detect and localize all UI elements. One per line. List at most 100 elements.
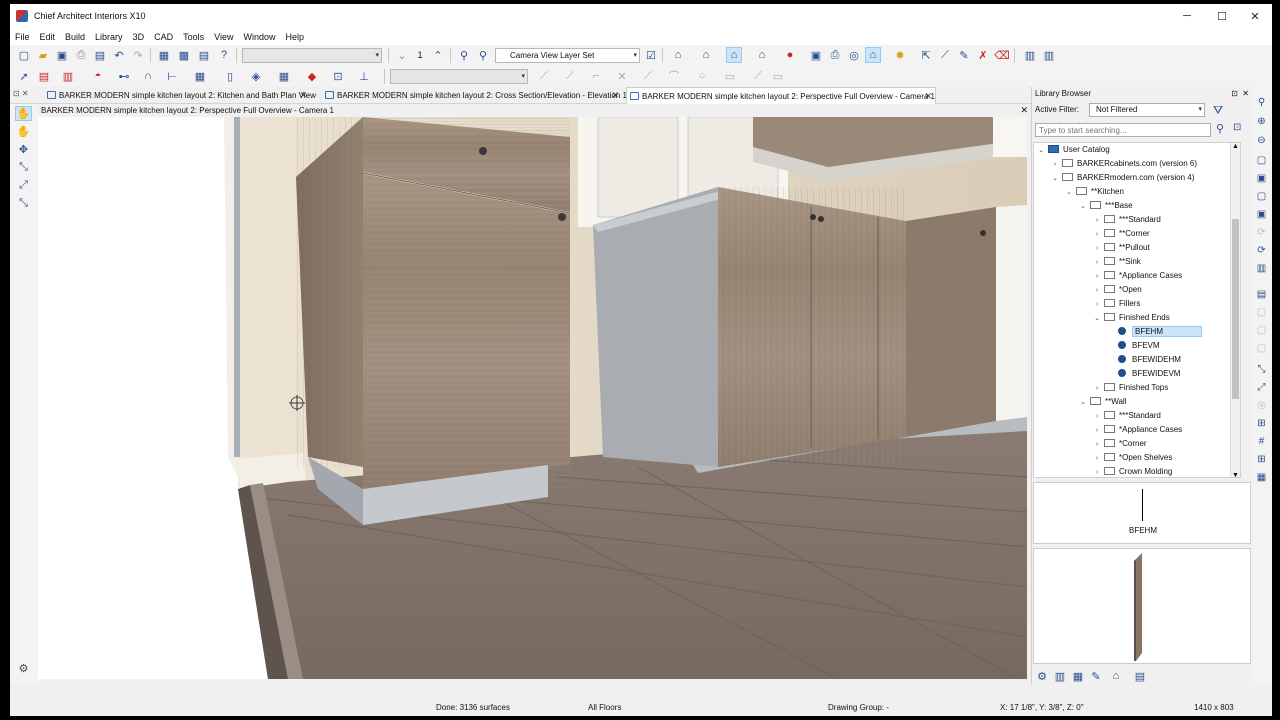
tab-elevation[interactable]: BARKER MODERN simple kitchen layout 2: C… [322, 87, 627, 104]
grid-tool-icon[interactable]: ▦ [276, 68, 292, 84]
room-tool-icon[interactable]: ▥ [60, 68, 76, 84]
menu-window[interactable]: Window [238, 32, 280, 42]
tree-node[interactable]: › Finished Tops [1092, 381, 1168, 395]
view-mode-icon[interactable]: ⌂ [865, 47, 881, 63]
tab-scroll-icon[interactable]: ⊡ ✕ [13, 89, 29, 98]
stairs-tool-icon[interactable]: ▦ [192, 68, 208, 84]
rebuild-icon[interactable]: ▥ [1254, 261, 1269, 276]
maximize-button[interactable]: ☐ [1205, 4, 1239, 28]
layer-set-select[interactable]: Camera View Layer Set ▾ [495, 48, 640, 63]
tree-node[interactable]: › **Pullout [1092, 241, 1150, 255]
chevron-right-icon[interactable]: › [1092, 424, 1102, 438]
tree-node[interactable]: › *Open [1092, 283, 1142, 297]
catalog-list-icon[interactable]: ▥ [1052, 668, 1068, 684]
chevron-right-icon[interactable]: › [1050, 158, 1060, 172]
library-grid-icon[interactable]: ▤ [1132, 668, 1148, 684]
tab-close-icon[interactable]: ✕ [611, 87, 619, 104]
cabinet-tool-icon[interactable]: ◓ [90, 68, 106, 84]
print-icon[interactable]: ⎙ [73, 47, 89, 63]
fixture-tool-icon[interactable]: ▯ [222, 68, 238, 84]
chevron-right-icon[interactable]: › [1092, 256, 1102, 270]
chevron-down-icon[interactable]: ⌄ [1078, 200, 1088, 214]
menu-library[interactable]: Library [90, 32, 128, 42]
object-snap-icon[interactable]: ⊞ [1254, 416, 1269, 431]
fit-icon[interactable]: ▣ [1254, 171, 1269, 186]
chevron-down-icon[interactable]: ⌄ [1078, 396, 1088, 410]
minimize-button[interactable]: ─ [1170, 4, 1204, 28]
menu-view[interactable]: View [209, 32, 238, 42]
gear-icon[interactable]: ⚙ [15, 661, 32, 676]
new-file-icon[interactable]: ▢ [16, 47, 32, 63]
close-window-button[interactable]: ✕ [1238, 4, 1272, 28]
tree-node[interactable]: ⌄ **Kitchen [1064, 185, 1124, 199]
chevron-down-icon[interactable]: ⌄ [394, 47, 410, 63]
move-camera-icon[interactable]: ✥ [15, 142, 32, 157]
chevron-right-icon[interactable]: › [1092, 466, 1102, 477]
cad-tool-icon[interactable]: ◈ [248, 68, 264, 84]
chevron-up-icon[interactable]: ⌃ [430, 47, 446, 63]
chevron-right-icon[interactable]: › [1092, 228, 1102, 242]
window-layout-icon[interactable]: ▥ [1041, 47, 1057, 63]
import-icon[interactable]: ▦ [1070, 668, 1086, 684]
lighting-icon[interactable]: ✹ [892, 47, 908, 63]
reference-icon[interactable]: ⊞ [1254, 452, 1269, 467]
tree-node[interactable]: › BARKERcabinets.com (version 6) [1050, 157, 1197, 171]
tab-plan-view[interactable]: BARKER MODERN simple kitchen layout 2: K… [44, 87, 316, 104]
tree-node[interactable]: › ***Standard [1092, 409, 1161, 423]
refresh-icon[interactable]: ⟳ [1254, 243, 1269, 258]
tree-node[interactable]: › *Appliance Cases [1092, 269, 1182, 283]
menu-help[interactable]: Help [280, 32, 309, 42]
select-objects-icon[interactable]: ▦ [156, 47, 172, 63]
print-preview-icon[interactable]: ▤ [92, 47, 108, 63]
angle-snap-icon[interactable]: ⤢ [1254, 380, 1269, 395]
close-library-button[interactable]: ✕ [1242, 87, 1249, 101]
tree-item[interactable]: BFEWIDEHM [1106, 353, 1181, 367]
chevron-right-icon[interactable]: › [1092, 242, 1102, 256]
scroll-up-icon[interactable]: ▲ [1232, 143, 1239, 150]
fill-window-icon[interactable]: ▢ [1254, 153, 1269, 168]
text-tool-icon[interactable]: ⊥ [356, 68, 372, 84]
perspective-icon[interactable]: ⌂ [754, 47, 770, 63]
tree-node[interactable]: › Fillers [1092, 297, 1140, 311]
camera-icon[interactable]: ⌂ [698, 47, 714, 63]
redo-icon[interactable]: ↷ [130, 47, 146, 63]
select-arrow-icon[interactable]: ➚ [16, 68, 32, 84]
tree-node[interactable]: ⌄ Finished Ends [1092, 311, 1170, 325]
layer-display-icon[interactable]: ⚲ [475, 47, 491, 63]
camera-settings-icon[interactable]: ◎ [846, 47, 862, 63]
edit-library-icon[interactable]: ✎ [1088, 668, 1104, 684]
place-icon[interactable]: ⌂ [1108, 668, 1124, 684]
save-icon[interactable]: ▣ [54, 47, 70, 63]
library-browser-icon[interactable]: ▩ [176, 47, 192, 63]
pan-hand-icon[interactable]: ✋ [15, 124, 32, 139]
3d-viewport[interactable] [38, 117, 1027, 679]
tile-windows-icon[interactable]: ▥ [1022, 47, 1038, 63]
dimension-tool-icon[interactable]: ⊷ [116, 68, 132, 84]
scale-value[interactable]: 1 [412, 47, 428, 63]
window-tool-icon[interactable]: ⊢ [164, 68, 180, 84]
tree-node[interactable]: › **Corner [1092, 227, 1150, 241]
filter-icon[interactable]: ⛛ [1213, 103, 1223, 118]
wall-tool-icon[interactable]: ▤ [36, 68, 52, 84]
chevron-right-icon[interactable]: › [1092, 438, 1102, 452]
chevron-right-icon[interactable]: › [1092, 284, 1102, 298]
tree-item[interactable]: BFEVM [1106, 339, 1160, 353]
tree-node[interactable]: › *Open Shelves [1092, 451, 1172, 465]
orbit-icon[interactable]: ✋ [15, 106, 32, 121]
tab-camera[interactable]: BARKER MODERN simple kitchen layout 2: P… [626, 87, 936, 104]
tree-node[interactable]: › *Appliance Cases [1092, 423, 1182, 437]
material-eyedropper-icon[interactable]: ⟋ [937, 47, 953, 63]
menu-3d[interactable]: 3D [128, 32, 150, 42]
chevron-right-icon[interactable]: › [1092, 214, 1102, 228]
undo-zoom-icon[interactable]: ▢ [1254, 189, 1269, 204]
tree-node[interactable]: › *Corner [1092, 437, 1147, 451]
chevron-right-icon[interactable]: › [1092, 382, 1102, 396]
snap-icon[interactable]: ⤡ [1254, 362, 1269, 377]
help-icon[interactable]: ? [216, 47, 232, 63]
properties-icon[interactable]: ▤ [196, 47, 212, 63]
tree-node[interactable]: › ***Standard [1092, 213, 1161, 227]
render-icon[interactable]: ▣ [808, 47, 824, 63]
menu-cad[interactable]: CAD [149, 32, 178, 42]
record-icon[interactable]: ● [782, 47, 798, 63]
fly-icon[interactable]: ⤡ [15, 196, 32, 211]
